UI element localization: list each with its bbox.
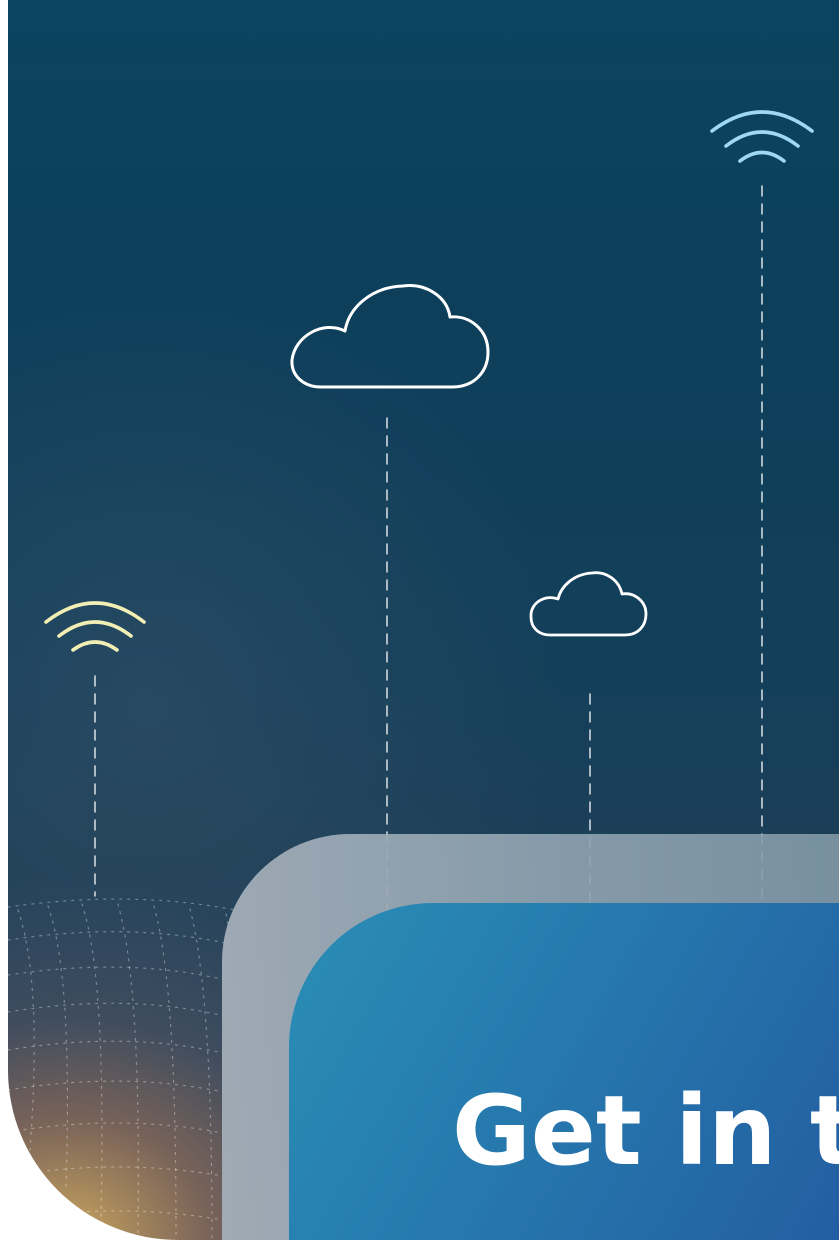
- dashed-connector-lines: [94, 185, 763, 927]
- wifi-signal-icon: [44, 601, 146, 652]
- contact-card: Get in t: [289, 903, 839, 1240]
- wifi-signal-icon: [710, 110, 814, 163]
- cloud-icon: [529, 571, 648, 637]
- contact-card-title: Get in t: [452, 1075, 839, 1187]
- page: Get in t: [0, 0, 839, 1240]
- cloud-icon: [290, 284, 490, 389]
